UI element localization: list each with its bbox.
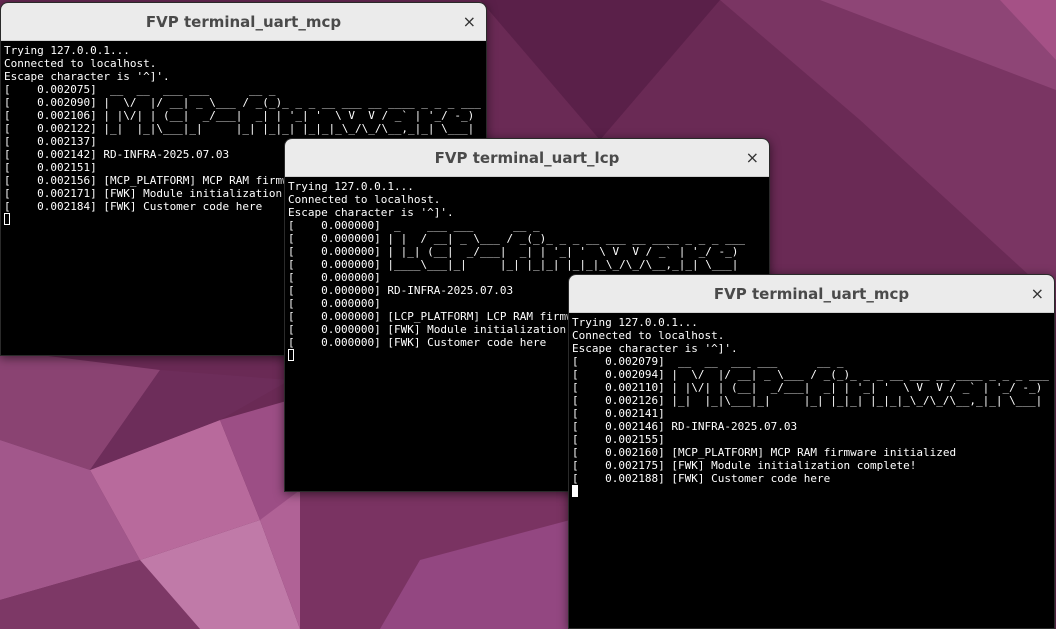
terminal-cursor [572,485,578,497]
terminal-line: Trying 127.0.0.1... [288,180,414,193]
title-bar[interactable]: FVP terminal_uart_mcp × [569,275,1054,313]
terminal-line: [ 0.002075] __ __ ___ ___ __ _ [4,83,276,96]
terminal-line: [ 0.000000] [FWK] Customer code here [288,336,547,349]
terminal-line: Trying 127.0.0.1... [4,44,130,57]
terminal-line: [ 0.000000] | | / __| _ \___ / _(_)_ _ _… [288,232,745,245]
terminal-line: [ 0.002141] [572,407,665,420]
terminal-line: [ 0.000000] |____\___|_| |_| |_|_| |_|_|… [288,258,739,271]
terminal-line: [ 0.000000] _ ___ ___ __ _ [288,219,540,232]
terminal-line: [ 0.000000] | |_| (__| _/___| _| | '_| '… [288,245,739,258]
terminal-line: [ 0.002090] | \/ |/ __| _ \___ / _(_)_ _… [4,96,481,109]
window-title: FVP terminal_uart_lcp [434,149,620,167]
close-icon[interactable]: × [746,139,759,177]
terminal-line: [ 0.002175] [FWK] Module initialization … [572,459,917,472]
terminal-line: [ 0.002106] | |\/| | (__| _/___| _| | '_… [4,109,475,122]
terminal-line: [ 0.002079] __ __ ___ ___ __ _ [572,355,844,368]
terminal-line: [ 0.000000] [288,297,381,310]
title-bar[interactable]: FVP terminal_uart_mcp × [1,3,486,41]
terminal-line: [ 0.002146] RD-INFRA-2025.07.03 [572,420,798,433]
terminal-line: [ 0.002122] |_| |_|\___|_| |_| |_|_| |_|… [4,122,475,135]
terminal-line: Escape character is '^]'. [4,70,170,83]
terminal-line: Trying 127.0.0.1... [572,316,698,329]
title-bar[interactable]: FVP terminal_uart_lcp × [285,139,769,177]
terminal-line: Escape character is '^]'. [572,342,738,355]
terminal-line: [ 0.002155] [572,433,665,446]
terminal-line: [ 0.002188] [FWK] Customer code here [572,472,831,485]
terminal-line: Connected to localhost. [288,193,441,206]
close-icon[interactable]: × [1031,275,1044,313]
terminal-cursor [288,349,294,361]
window-title: FVP terminal_uart_mcp [145,13,342,31]
terminal-line: [ 0.002094] | \/ |/ __| _ \___ / _(_)_ _… [572,368,1049,381]
terminal-line: Escape character is '^]'. [288,206,454,219]
terminal-line: [ 0.000000] RD-INFRA-2025.07.03 [288,284,514,297]
window-title: FVP terminal_uart_mcp [713,285,910,303]
terminal-line: [ 0.002126] |_| |_|\___|_| |_| |_|_| |_|… [572,394,1043,407]
terminal-line: Connected to localhost. [572,329,725,342]
terminal-line: [ 0.000000] [288,271,381,284]
terminal-line: Connected to localhost. [4,57,157,70]
terminal-line: [ 0.002184] [FWK] Customer code here [4,200,263,213]
terminal-line: [ 0.002137] [4,135,97,148]
terminal-cursor [4,213,10,225]
terminal-line: [ 0.002110] | |\/| | (__| _/___| _| | '_… [572,381,1043,394]
close-icon[interactable]: × [463,3,476,41]
terminal-window-mcp-2[interactable]: FVP terminal_uart_mcp × Trying 127.0.0.1… [568,274,1055,629]
terminal-line: [ 0.002151] [4,161,97,174]
terminal-line: [ 0.002142] RD-INFRA-2025.07.03 [4,148,230,161]
terminal-line: [ 0.002160] [MCP_PLATFORM] MCP RAM firmw… [572,446,957,459]
terminal-output[interactable]: Trying 127.0.0.1... Connected to localho… [569,313,1054,498]
